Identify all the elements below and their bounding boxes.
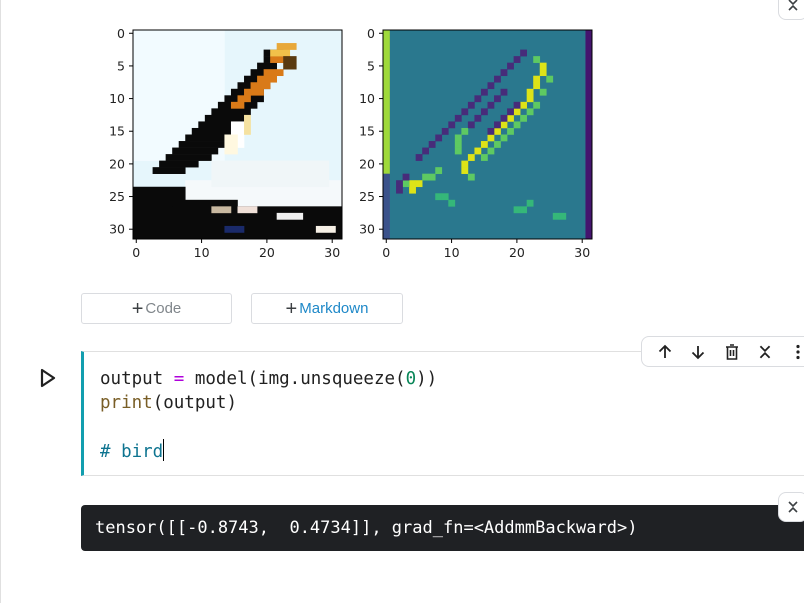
more-options-button[interactable] — [782, 337, 804, 366]
code-text: model(img.unsqueeze( — [184, 369, 406, 389]
collapse-icon — [788, 501, 798, 513]
collapse-output-button[interactable] — [778, 492, 804, 522]
x-tick-label: 10 — [444, 245, 460, 260]
collapse-cell-button[interactable] — [748, 337, 781, 366]
y-tick-label: 5 — [117, 58, 125, 73]
code-number: 0 — [405, 369, 417, 389]
notebook-left-border — [0, 0, 1, 603]
x-tick-label: 0 — [382, 245, 390, 260]
trash-icon — [725, 343, 738, 360]
y-tick-label: 25 — [109, 189, 125, 204]
collapse-icon — [788, 0, 798, 11]
y-tick-label: 20 — [359, 156, 375, 171]
x-tick-label: 0 — [132, 245, 140, 260]
y-tick-label: 20 — [109, 156, 125, 171]
y-tick-label: 10 — [109, 91, 125, 106]
y-tick-label: 0 — [367, 26, 375, 41]
delete-cell-button[interactable] — [715, 337, 748, 366]
text-cursor — [163, 439, 165, 461]
feature-map-plot: 0 5 10 15 20 25 30 0 10 20 30 — [350, 24, 600, 269]
more-vert-icon — [796, 344, 800, 359]
code-operator: = — [173, 369, 185, 389]
y-tick-label: 15 — [359, 124, 375, 139]
plus-icon: + — [131, 297, 144, 320]
code-function: print — [100, 393, 153, 413]
x-tick-label: 20 — [509, 245, 525, 260]
x-tick-label: 30 — [574, 245, 590, 260]
y-tick-label: 0 — [117, 26, 125, 41]
add-code-button[interactable]: + Code — [81, 293, 232, 324]
output-text: tensor([[-0.8743, 0.4734]], grad_fn=<Add… — [95, 518, 638, 538]
feature-map-image — [383, 30, 593, 240]
code-text: output — [100, 369, 174, 389]
code-text: (output) — [152, 393, 237, 413]
add-markdown-label: Markdown — [299, 300, 369, 317]
original-image-plot: 0 5 10 15 20 25 30 0 10 20 30 — [100, 24, 350, 269]
y-tick-label: 25 — [359, 189, 375, 204]
x-tick-label: 20 — [259, 245, 275, 260]
code-comment: # bird — [100, 442, 164, 462]
y-tick-label: 15 — [109, 124, 125, 139]
y-tick-label: 30 — [359, 222, 375, 237]
collapse-icon — [759, 345, 771, 358]
cell-toolbar — [641, 336, 804, 367]
arrow-up-icon — [658, 344, 671, 358]
y-tick-label: 10 — [359, 91, 375, 106]
x-tick-label: 10 — [194, 245, 210, 260]
arrow-down-icon — [691, 345, 705, 359]
code-text: )) — [416, 369, 438, 389]
add-markdown-button[interactable]: + Markdown — [251, 293, 403, 324]
add-code-label: Code — [145, 300, 182, 317]
x-tick-label: 30 — [324, 245, 340, 260]
code-cell[interactable]: output = model(img.unsqueeze(0)) print(o… — [81, 351, 804, 476]
collapse-top-button[interactable] — [778, 0, 804, 20]
y-tick-label: 5 — [367, 58, 375, 73]
move-up-button[interactable] — [648, 337, 681, 366]
y-tick-label: 30 — [109, 222, 125, 237]
run-cell-button[interactable] — [38, 368, 58, 388]
play-icon — [40, 368, 56, 388]
plus-icon: + — [285, 297, 298, 320]
code-editor[interactable]: output = model(img.unsqueeze(0)) print(o… — [100, 367, 437, 464]
cell-output: tensor([[-0.8743, 0.4734]], grad_fn=<Add… — [81, 505, 804, 551]
bird-image — [133, 30, 343, 240]
move-down-button[interactable] — [681, 337, 714, 366]
